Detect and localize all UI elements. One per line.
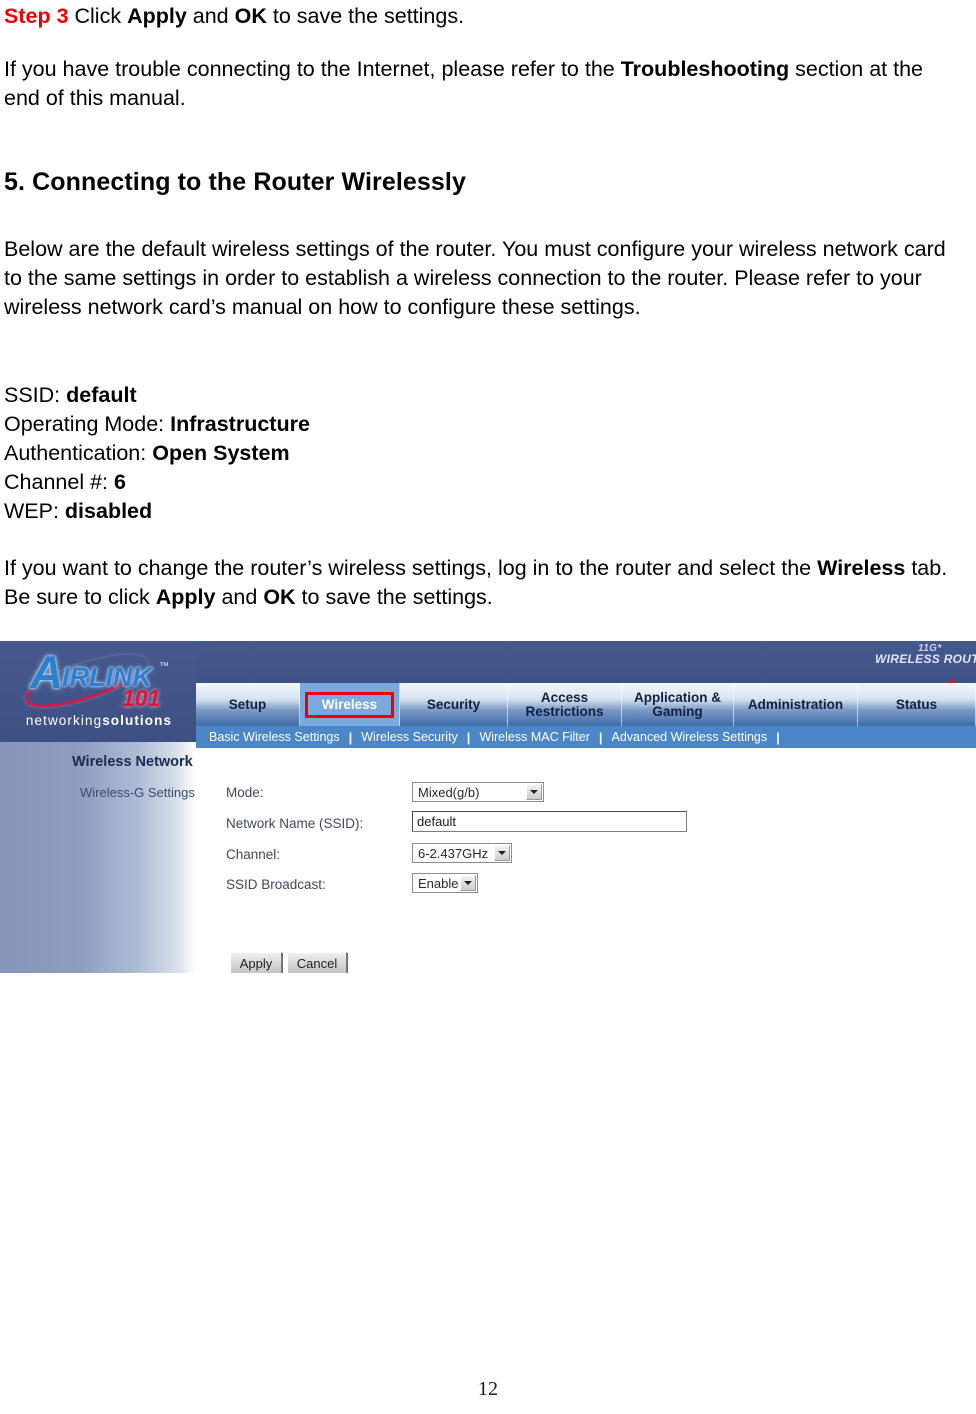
brand-tagline: networkingsolutions bbox=[8, 713, 190, 728]
closing-part3: and bbox=[215, 585, 264, 609]
logo-model-number: 101 bbox=[122, 685, 161, 711]
tagline-bold: solutions bbox=[102, 713, 173, 728]
ssid-broadcast-select[interactable]: Enable bbox=[412, 873, 478, 893]
closing-paragraph: If you want to change the router’s wirel… bbox=[4, 554, 952, 612]
page-number: 12 bbox=[478, 1378, 498, 1400]
spec-channel-value: 6 bbox=[113, 470, 126, 494]
ssid-broadcast-value: Enable bbox=[418, 875, 459, 891]
subtab-separator: | bbox=[776, 729, 780, 745]
subtab-advanced-wireless-settings[interactable]: Advanced Wireless Settings bbox=[603, 730, 777, 744]
closing-wireless-bold: Wireless bbox=[817, 556, 906, 580]
tab-access-line1: Access bbox=[540, 689, 589, 705]
chevron-down-icon[interactable] bbox=[494, 845, 510, 861]
step3-tail: to save the settings. bbox=[266, 4, 465, 28]
chevron-down-icon[interactable] bbox=[460, 875, 476, 891]
closing-ok-bold: OK bbox=[263, 585, 296, 609]
step3-label: Step 3 bbox=[4, 4, 69, 28]
spec-authentication-label: Authentication: bbox=[4, 441, 153, 465]
subtab-wireless-security[interactable]: Wireless Security bbox=[352, 730, 467, 744]
airlink-logo: A IRLINK ™ 101 bbox=[16, 644, 184, 718]
tab-application-line1: Application & bbox=[634, 689, 721, 705]
tab-access-line2: Restrictions bbox=[525, 703, 604, 719]
settings-content-panel bbox=[196, 748, 976, 973]
sub-tab-bar: Basic Wireless Settings | Wireless Secur… bbox=[196, 726, 976, 748]
label-ssid-broadcast: SSID Broadcast: bbox=[226, 877, 326, 892]
spec-operating-mode-label: Operating Mode: bbox=[4, 412, 171, 436]
chevron-down-icon[interactable] bbox=[526, 784, 542, 800]
settings-section-title: Wireless Network bbox=[72, 754, 193, 770]
mode-select[interactable]: Mixed(g/b) bbox=[412, 782, 544, 802]
tab-setup[interactable]: Setup bbox=[196, 683, 300, 726]
troubleshooting-paragraph: If you have trouble connecting to the In… bbox=[4, 55, 952, 113]
channel-select[interactable]: 6-2.437GHz bbox=[412, 843, 512, 863]
logo-trademark-icon: ™ bbox=[159, 661, 169, 672]
intro-paragraph: Below are the default wireless settings … bbox=[4, 237, 946, 319]
spec-operating-mode-value: Infrastructure bbox=[170, 412, 310, 436]
closing-part4: to save the settings. bbox=[295, 585, 493, 609]
tab-wireless[interactable]: Wireless bbox=[300, 683, 400, 726]
left-gradient-panel bbox=[0, 742, 196, 973]
spec-channel: Channel #: 6 bbox=[4, 468, 126, 497]
subtab-separator: | bbox=[348, 729, 353, 745]
mode-select-value: Mixed(g/b) bbox=[418, 784, 480, 800]
tab-access-restrictions[interactable]: Access Restrictions bbox=[508, 683, 622, 726]
closing-part1: If you want to change the router’s wirel… bbox=[4, 556, 818, 580]
product-logo: 11G* WIRELESS ROUTER bbox=[872, 643, 976, 695]
step3-mid: and bbox=[186, 4, 235, 28]
router-admin-screenshot: A IRLINK ™ 101 networkingsolutions 11G* … bbox=[0, 641, 976, 973]
label-mode: Mode: bbox=[226, 785, 264, 800]
tab-application-line2: Gaming bbox=[652, 703, 703, 719]
settings-section-subtitle: Wireless-G Settings bbox=[80, 785, 195, 800]
label-network-name: Network Name (SSID): bbox=[226, 816, 364, 831]
subtab-wireless-mac-filter[interactable]: Wireless MAC Filter bbox=[470, 730, 598, 744]
troubleshooting-bold: Troubleshooting bbox=[620, 57, 790, 81]
spec-wep-value: disabled bbox=[64, 499, 153, 523]
logo-letter-a: A bbox=[30, 646, 63, 698]
spec-ssid: SSID: default bbox=[4, 381, 137, 410]
subtab-separator: | bbox=[598, 729, 603, 745]
subtab-basic-wireless-settings[interactable]: Basic Wireless Settings bbox=[200, 730, 349, 744]
network-name-ssid-value: default bbox=[417, 814, 457, 829]
step3-text: Click bbox=[68, 4, 128, 28]
spec-operating-mode: Operating Mode: Infrastructure bbox=[4, 410, 310, 439]
apply-button[interactable]: Apply bbox=[230, 952, 282, 973]
spec-channel-label: Channel #: bbox=[4, 470, 114, 494]
airlink-brand-block: A IRLINK ™ 101 networkingsolutions bbox=[0, 641, 196, 742]
tagline-light: networking bbox=[25, 713, 103, 728]
manual-page: Step 3 Click Apply and OK to save the se… bbox=[0, 0, 976, 1414]
tab-wireless-label: Wireless bbox=[304, 691, 395, 718]
spec-authentication-value: Open System bbox=[152, 441, 290, 465]
product-name-label: WIRELESS ROUTER bbox=[875, 652, 976, 666]
spec-ssid-label: SSID: bbox=[4, 383, 67, 407]
label-channel: Channel: bbox=[226, 847, 281, 862]
tab-administration[interactable]: Administration bbox=[734, 683, 858, 726]
tab-security[interactable]: Security bbox=[400, 683, 508, 726]
subtab-separator: | bbox=[466, 729, 471, 745]
channel-select-value: 6-2.437GHz bbox=[418, 845, 489, 861]
closing-apply-bold: Apply bbox=[155, 585, 216, 609]
spec-authentication: Authentication: Open System bbox=[4, 439, 290, 468]
cancel-button[interactable]: Cancel bbox=[287, 952, 347, 973]
spec-wep: WEP: disabled bbox=[4, 497, 152, 526]
spec-wep-label: WEP: bbox=[4, 499, 65, 523]
step3-ok-bold: OK bbox=[234, 4, 267, 28]
network-name-ssid-input[interactable]: default bbox=[412, 811, 687, 832]
tab-status[interactable]: Status bbox=[858, 683, 976, 726]
tab-application-gaming[interactable]: Application & Gaming bbox=[622, 683, 734, 726]
main-tab-bar: Setup Wireless Security Access Restricti… bbox=[196, 683, 976, 726]
spec-ssid-value: default bbox=[66, 383, 137, 407]
step3-apply-bold: Apply bbox=[127, 4, 187, 28]
troubleshooting-part1: If you have trouble connecting to the In… bbox=[4, 57, 621, 81]
step3-paragraph: Step 3 Click Apply and OK to save the se… bbox=[4, 2, 952, 31]
section-heading: 5. Connecting to the Router Wirelessly bbox=[4, 168, 466, 196]
